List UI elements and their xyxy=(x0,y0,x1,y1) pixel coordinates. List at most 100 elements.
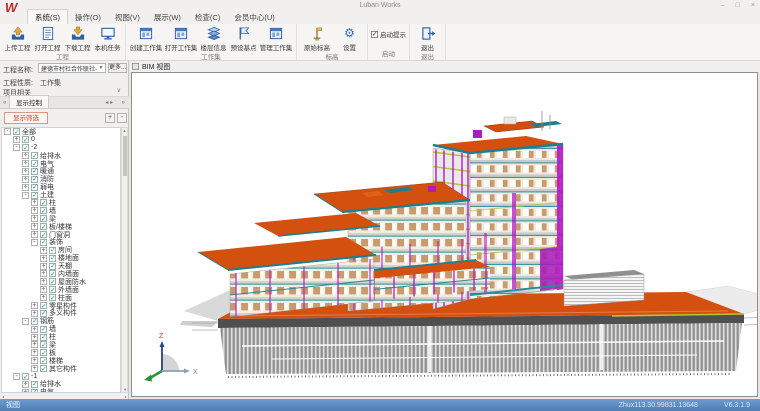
tree-expander[interactable]: + xyxy=(13,136,20,143)
project-name-select[interactable]: 建德市村社合作联社-施工模型 ▼ xyxy=(38,63,106,73)
menu-tab-member-center[interactable]: 会员中心(U) xyxy=(227,10,281,24)
tree-expander[interactable]: + xyxy=(22,184,29,191)
tree-item[interactable]: -钢筋 xyxy=(2,317,120,325)
scroll-down-icon[interactable]: ▼ xyxy=(123,387,127,392)
tree-checkbox[interactable] xyxy=(31,381,38,388)
tree-expander[interactable]: + xyxy=(40,270,47,277)
tree-expander[interactable]: + xyxy=(40,263,47,270)
tree-expander[interactable]: + xyxy=(31,199,38,206)
tree-item[interactable]: +墙 xyxy=(2,325,120,333)
tree-expander[interactable]: - xyxy=(13,373,20,380)
tree-checkbox[interactable] xyxy=(40,365,47,372)
menu-tab-system[interactable]: 系统(S) xyxy=(27,9,68,24)
tree-expander[interactable]: + xyxy=(22,160,29,167)
tree-expander[interactable]: + xyxy=(31,326,38,333)
tree-checkbox[interactable] xyxy=(49,263,56,270)
tree-expander[interactable]: - xyxy=(22,318,29,325)
tree-item[interactable]: +电气 xyxy=(2,160,120,168)
tree-item[interactable]: +0 xyxy=(2,136,120,144)
tree-expander[interactable]: + xyxy=(22,176,29,183)
tree-checkbox[interactable] xyxy=(31,184,38,191)
tree-expander[interactable]: + xyxy=(40,286,47,293)
menu-tab-check[interactable]: 检查(C) xyxy=(188,10,227,24)
tree-checkbox[interactable] xyxy=(31,318,38,325)
tree-item[interactable]: +柱 xyxy=(2,199,120,207)
tree-checkbox[interactable] xyxy=(40,199,47,206)
tree-checkbox[interactable] xyxy=(40,215,47,222)
settings-button[interactable]: ⚙设置 xyxy=(335,26,364,52)
tree-item[interactable]: +弱电 xyxy=(2,183,120,191)
tree-checkbox[interactable] xyxy=(31,389,38,393)
tree-checkbox[interactable] xyxy=(49,278,56,285)
tree-expander[interactable]: + xyxy=(40,278,47,285)
tree-checkbox[interactable] xyxy=(40,310,47,317)
tree-checkbox[interactable] xyxy=(40,341,47,348)
tree-expander[interactable]: - xyxy=(13,144,20,151)
tab-scroll-right-icon[interactable]: » xyxy=(120,100,127,106)
tree-expander[interactable]: + xyxy=(31,223,38,230)
tree-expander[interactable]: + xyxy=(22,381,29,388)
floor-info-button[interactable]: 楼层信息 xyxy=(199,26,228,52)
tree-checkbox[interactable] xyxy=(49,286,56,293)
tree-expander[interactable]: + xyxy=(40,294,47,301)
minimize-button[interactable]: – xyxy=(721,2,725,9)
scroll-thumb[interactable] xyxy=(123,136,127,176)
tree-checkbox[interactable] xyxy=(31,160,38,167)
tree-checkbox[interactable] xyxy=(40,207,47,214)
tree-expander[interactable]: + xyxy=(31,215,38,222)
tree-item[interactable]: +暖通 xyxy=(2,167,120,175)
tree-checkbox[interactable] xyxy=(31,152,38,159)
tree-expander[interactable]: + xyxy=(31,357,38,364)
tree-checkbox[interactable] xyxy=(40,239,47,246)
tree-expander[interactable]: + xyxy=(31,341,38,348)
tree-expander[interactable]: + xyxy=(40,247,47,254)
menu-tab-view[interactable]: 视图(V) xyxy=(108,10,147,24)
tree-checkbox[interactable] xyxy=(49,247,56,254)
tree-item[interactable]: +消防 xyxy=(2,175,120,183)
menu-tab-operate[interactable]: 操作(O) xyxy=(68,10,108,24)
maximize-button[interactable]: □ xyxy=(736,2,740,9)
tree-checkbox[interactable] xyxy=(40,302,47,309)
tree-checkbox[interactable] xyxy=(40,223,47,230)
tab-prev-icon[interactable]: ◂ ▸ xyxy=(103,99,115,106)
tree-item[interactable]: +其它构件 xyxy=(2,365,120,373)
tree-expander[interactable]: + xyxy=(31,349,38,356)
create-workset-button[interactable]: 创建工作集 xyxy=(129,26,163,52)
tree-item[interactable]: +墙 xyxy=(2,207,120,215)
tree-expander[interactable]: + xyxy=(31,231,38,238)
tree-checkbox[interactable] xyxy=(22,144,29,151)
tree-checkbox[interactable] xyxy=(40,349,47,356)
tree-checkbox[interactable] xyxy=(31,192,38,199)
local-tasks-button[interactable]: 本机任务 xyxy=(93,26,122,52)
tree-checkbox[interactable] xyxy=(31,168,38,175)
tree-expander[interactable]: - xyxy=(22,192,29,199)
viewport-tab-bim-view[interactable]: BIM 视图 xyxy=(142,62,170,72)
tree-checkbox[interactable] xyxy=(40,231,47,238)
preset-basepoint-button[interactable]: 预设基点 xyxy=(229,26,258,52)
tree-item[interactable]: +电气 xyxy=(2,388,120,393)
original-elevation-button[interactable]: 原始标高 xyxy=(300,26,334,52)
tree-item[interactable]: -全部 xyxy=(2,128,120,136)
tree-expander[interactable]: - xyxy=(31,239,38,246)
tree-expander[interactable]: - xyxy=(4,128,11,135)
tree-item[interactable]: +给排水 xyxy=(2,381,120,389)
tree-checkbox[interactable] xyxy=(22,373,29,380)
tree-item[interactable]: +给排水 xyxy=(2,152,120,160)
tree-expander[interactable]: + xyxy=(22,168,29,175)
display-filter-button[interactable]: 显示筛选 xyxy=(4,112,48,124)
tree-item[interactable]: --2 xyxy=(2,144,120,152)
tree-item[interactable]: +梁 xyxy=(2,341,120,349)
tree-item[interactable]: +柱 xyxy=(2,333,120,341)
tree-expander[interactable]: + xyxy=(22,152,29,159)
open-workset-button[interactable]: 打开工作集 xyxy=(164,26,198,52)
tree-checkbox[interactable] xyxy=(40,357,47,364)
tree-vertical-scrollbar[interactable]: ▲▼ xyxy=(121,127,128,393)
tree-item[interactable]: -土建 xyxy=(2,191,120,199)
tree-checkbox[interactable] xyxy=(13,128,20,135)
tree-item[interactable]: +多义构件 xyxy=(2,309,120,317)
tree-expander[interactable]: + xyxy=(31,365,38,372)
expand-all-button[interactable]: + xyxy=(105,113,115,123)
tree-expander[interactable]: + xyxy=(31,334,38,341)
tree-expander[interactable]: + xyxy=(40,255,47,262)
tree-expander[interactable]: + xyxy=(22,389,29,393)
